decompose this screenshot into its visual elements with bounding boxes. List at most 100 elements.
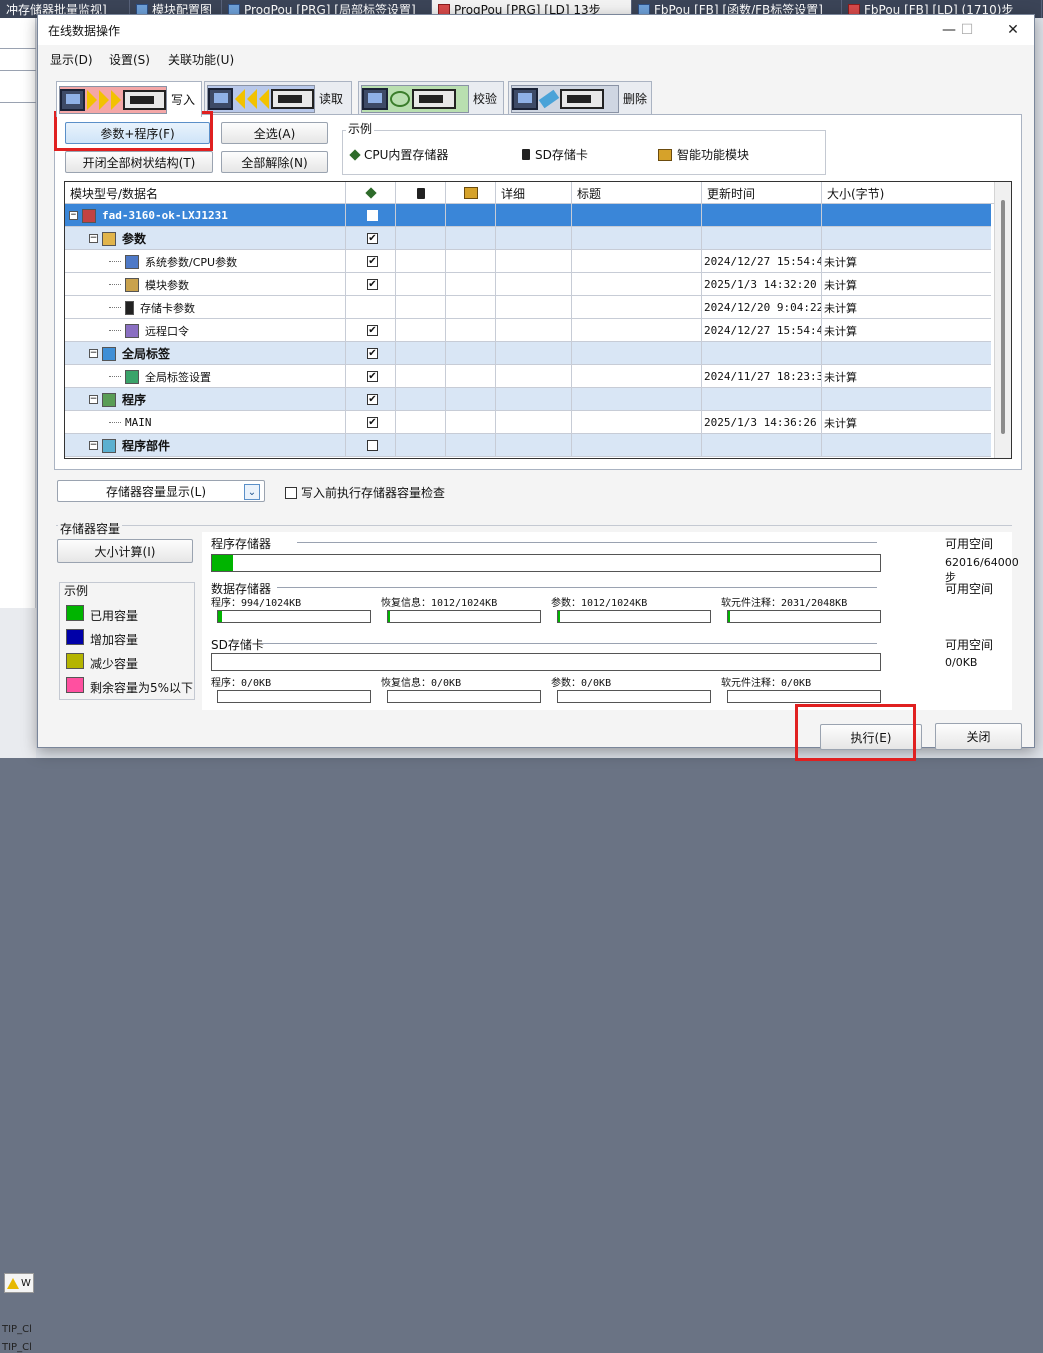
tree-cell: [446, 296, 496, 319]
tree-vertical-scrollbar[interactable]: [994, 182, 1011, 458]
data-memory-part-label: 软元件注释：2031/2048KB: [721, 598, 848, 609]
col-header-sd[interactable]: [396, 182, 446, 204]
table-row[interactable]: 全局标签设置 ✔ 2024/11/27 18:23:35 未计算: [65, 365, 991, 388]
precheck-checkbox[interactable]: 写入前执行存储器容量检查: [285, 484, 445, 501]
write-target-checkbox[interactable]: ✔: [367, 233, 378, 244]
program-memory-title: 程序存储器: [211, 537, 272, 551]
tree-cell: [496, 227, 572, 250]
read-tab-art-icon: [207, 84, 315, 113]
collapse-icon[interactable]: −: [89, 349, 98, 358]
capacity-bars-panel: 程序存储器 可用空间 62016/64000步 数据存储器 可用空间 程序：99…: [202, 532, 1019, 710]
write-target-checkbox[interactable]: ✔: [367, 348, 378, 359]
table-row[interactable]: − 全局标签 ✔: [65, 342, 991, 365]
menu-bar: 显示(D) 设置(S) 关联功能(U): [38, 49, 1034, 69]
size-cell: 未计算: [824, 278, 857, 292]
size-calc-button[interactable]: 大小计算(I): [57, 539, 193, 563]
output-line: TIP_Cl: [2, 1342, 32, 1353]
cpu-memory-cell: ✔: [346, 250, 396, 273]
sd-card-bar: [211, 653, 881, 671]
tree-cell: [496, 296, 572, 319]
table-row[interactable]: − 参数 ✔: [65, 227, 991, 250]
output-pane: W TIP_Cl TIP_Cl: [0, 608, 36, 1353]
legend-label: 减少容量: [90, 657, 139, 671]
data-memory-part-label: 参数：1012/1024KB: [551, 598, 648, 609]
chevron-down-icon[interactable]: ⌄: [244, 484, 260, 500]
select-all-button[interactable]: 全选(A): [221, 122, 328, 144]
table-row[interactable]: 远程口令 ✔ 2024/12/27 15:54:45 未计算: [65, 319, 991, 342]
table-row[interactable]: 模块参数 ✔ 2025/1/3 14:32:20 未计算: [65, 273, 991, 296]
param-program-button[interactable]: 参数+程序(F): [65, 122, 210, 144]
capacity-legend-title: 示例: [64, 584, 89, 598]
write-target-checkbox[interactable]: ✔: [367, 371, 378, 382]
col-header-updated[interactable]: 更新时间: [702, 182, 822, 204]
write-target-checkbox[interactable]: ✔: [367, 325, 378, 336]
tree-cell: [496, 411, 572, 434]
tab-delete[interactable]: 删除: [508, 81, 652, 115]
cpu-memory-cell: [346, 204, 396, 227]
table-row[interactable]: − 程序 ✔: [65, 388, 991, 411]
cpu-memory-cell: [346, 296, 396, 319]
col-header-name[interactable]: 模块型号/数据名: [65, 182, 346, 204]
execute-button[interactable]: 执行(E): [820, 724, 922, 750]
table-row[interactable]: MAIN ✔ 2025/1/3 14:36:26 未计算: [65, 411, 991, 434]
tree-item-label: 全局标签设置: [145, 370, 211, 384]
legend-swatch: [66, 653, 84, 669]
update-time-cell: [702, 388, 822, 411]
tree-cell: [446, 434, 496, 457]
tree-cell: [572, 273, 702, 296]
col-header-module[interactable]: [446, 182, 496, 204]
tree-cell: [396, 388, 446, 411]
tab-read[interactable]: 读取: [204, 81, 352, 115]
write-target-checkbox[interactable]: ✔: [367, 417, 378, 428]
tree-cell: [496, 273, 572, 296]
checkbox-box[interactable]: [285, 486, 297, 499]
close-window-button[interactable]: ✕: [998, 19, 1028, 41]
tree-item-label: 模块参数: [145, 278, 189, 292]
menu-settings[interactable]: 设置(S): [109, 51, 150, 68]
remote-icon: [125, 323, 139, 338]
sd-card-icon: [522, 149, 530, 160]
col-header-detail[interactable]: 详细: [496, 182, 572, 204]
capacity-display-combo[interactable]: 存储器容量显示(L) ⌄: [57, 480, 265, 502]
tab-write[interactable]: 写入: [56, 81, 202, 117]
table-row[interactable]: − 程序部件: [65, 434, 991, 457]
data-memory-part-bar: [727, 610, 881, 623]
tree-cell: [446, 342, 496, 365]
col-header-title[interactable]: 标题: [572, 182, 702, 204]
close-button[interactable]: 关闭: [935, 723, 1022, 750]
write-target-checkbox[interactable]: [367, 440, 378, 451]
tree-cell: [496, 342, 572, 365]
sd-card-part-label: 程序：0/0KB: [211, 678, 272, 689]
col-header-cpu[interactable]: [346, 182, 396, 204]
write-target-checkbox[interactable]: ✔: [367, 256, 378, 267]
warning-filter-button[interactable]: W: [4, 1273, 34, 1293]
expand-collapse-tree-button[interactable]: 开闭全部树状结构(T): [65, 151, 213, 173]
size-cell: [822, 434, 992, 457]
sd-card-title: SD存储卡: [211, 638, 264, 652]
write-target-checkbox[interactable]: [367, 210, 378, 221]
write-target-checkbox[interactable]: ✔: [367, 279, 378, 290]
tree-cell: [572, 388, 702, 411]
collapse-icon[interactable]: −: [89, 234, 98, 243]
tree-name-cell: − 程序部件: [65, 434, 346, 457]
update-time-cell: 2024/12/27 15:54:46: [702, 250, 822, 273]
menu-related-functions[interactable]: 关联功能(U): [168, 51, 234, 68]
data-tree-table[interactable]: 模块型号/数据名 详细 标题 更新时间 大小(字节) − fad-3160-ok-…: [64, 181, 1012, 459]
title-bar[interactable]: 在线数据操作 — ☐ ✕: [38, 15, 1034, 45]
update-time-cell: [702, 227, 822, 250]
tree-cell: [396, 342, 446, 365]
scrollbar-thumb[interactable]: [1001, 200, 1005, 434]
table-row[interactable]: 存储卡参数 2024/12/20 9:04:22 未计算: [65, 296, 991, 319]
table-row[interactable]: 系统参数/CPU参数 ✔ 2024/12/27 15:54:46 未计算: [65, 250, 991, 273]
table-row[interactable]: − fad-3160-ok-LXJ1231: [65, 204, 991, 227]
deselect-all-button[interactable]: 全部解除(N): [221, 151, 328, 173]
collapse-icon[interactable]: −: [69, 211, 78, 220]
menu-display[interactable]: 显示(D): [50, 51, 93, 68]
collapse-icon[interactable]: −: [89, 395, 98, 404]
collapse-icon[interactable]: −: [89, 441, 98, 450]
tree-item-label: 程序: [122, 393, 147, 407]
maximize-button[interactable]: ☐: [952, 19, 982, 41]
tab-verify[interactable]: 校验: [358, 81, 504, 115]
col-header-size[interactable]: 大小(字节): [822, 182, 992, 204]
write-target-checkbox[interactable]: ✔: [367, 394, 378, 405]
